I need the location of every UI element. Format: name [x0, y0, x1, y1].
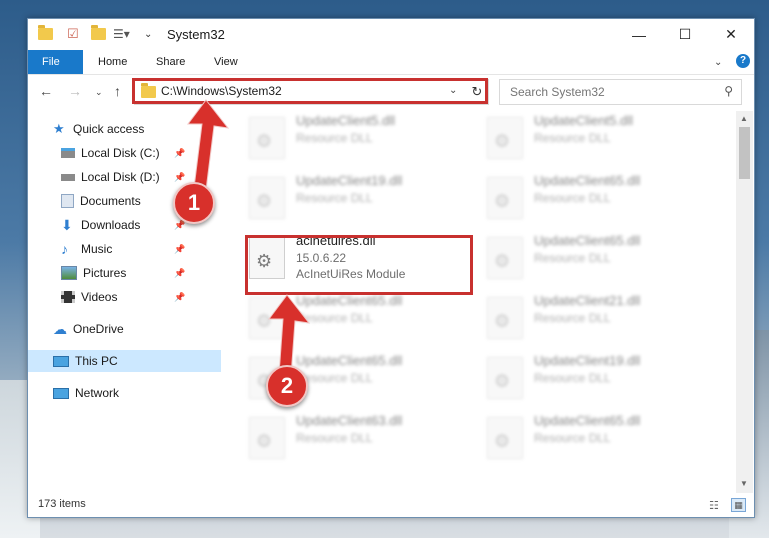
arrow-to-file [268, 294, 311, 377]
step-1-badge: 1 [173, 182, 215, 224]
arrow-to-address [187, 99, 230, 191]
annotation-arrows [187, 99, 311, 377]
step-2-badge: 2 [266, 365, 308, 407]
